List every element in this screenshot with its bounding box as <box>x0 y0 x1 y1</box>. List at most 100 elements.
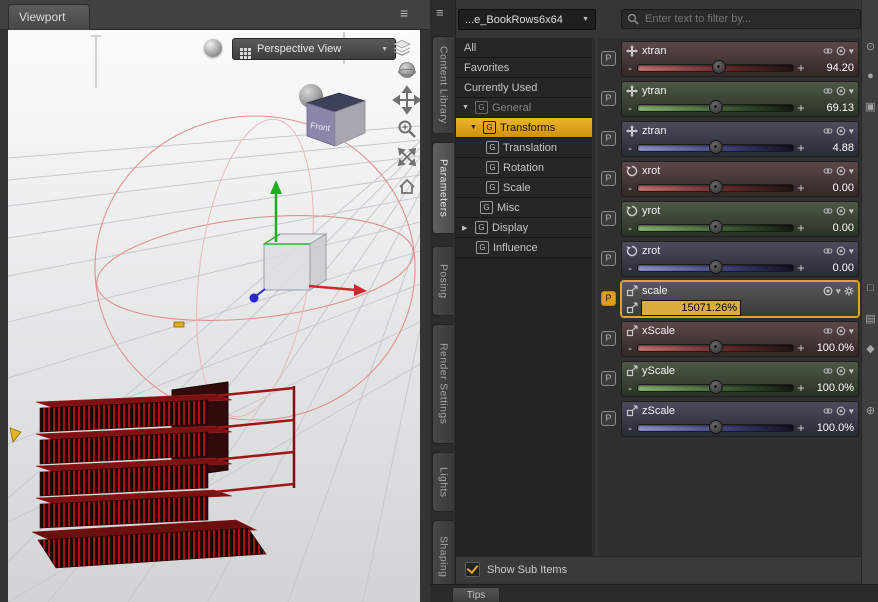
dial-icon[interactable] <box>836 86 846 96</box>
favorite-icon[interactable]: ♥ <box>849 166 854 176</box>
dial-icon[interactable] <box>836 326 846 336</box>
param-value[interactable]: 100.0% <box>808 382 854 394</box>
tree-item-influence[interactable]: G Influence <box>456 238 592 258</box>
tab-render-settings[interactable]: Render Settings <box>432 324 454 444</box>
parameter-badge-icon[interactable]: P <box>601 91 616 106</box>
slider-knob[interactable] <box>708 379 723 394</box>
param-value[interactable]: 100.0% <box>808 342 854 354</box>
slider-track[interactable] <box>637 379 794 394</box>
parameter-badge-icon[interactable]: P <box>601 411 616 426</box>
filter-input[interactable] <box>643 12 855 26</box>
slider-track[interactable] <box>637 59 794 74</box>
favorite-icon[interactable]: ♥ <box>849 246 854 256</box>
slider-track[interactable] <box>637 419 794 434</box>
dial-icon[interactable] <box>836 206 846 216</box>
link-icon[interactable] <box>823 366 833 376</box>
list-icon[interactable]: ▤ <box>862 312 878 325</box>
nudge-down-button[interactable]: - <box>626 182 634 194</box>
favorite-icon[interactable]: ♥ <box>849 46 854 56</box>
slider-track[interactable] <box>637 99 794 114</box>
nudge-up-button[interactable]: + <box>797 262 805 274</box>
parameter-badge-icon[interactable]: P <box>601 371 616 386</box>
nav-item-currently-used[interactable]: Currently Used <box>456 78 592 98</box>
dial-icon[interactable] <box>836 46 846 56</box>
nudge-up-button[interactable]: + <box>797 142 805 154</box>
tab-content-library[interactable]: Content Library <box>432 36 454 134</box>
globe-icon[interactable]: ⊕ <box>862 404 878 417</box>
nudge-down-button[interactable]: - <box>626 62 634 74</box>
tree-item-transforms[interactable]: ▼ G Transforms <box>456 118 592 138</box>
scene-node-dropdown[interactable]: ...e_BookRows6x64 ▼ <box>458 9 596 30</box>
nudge-down-button[interactable]: - <box>626 422 634 434</box>
nudge-down-button[interactable]: - <box>626 222 634 234</box>
layers-icon[interactable] <box>392 39 412 57</box>
slider-knob[interactable] <box>708 419 723 434</box>
viewport[interactable]: Front Perspective View ▼ <box>8 30 420 602</box>
nudge-down-button[interactable]: - <box>626 342 634 354</box>
param-value[interactable]: 0.00 <box>808 182 854 194</box>
nav-item-all[interactable]: All <box>456 38 592 58</box>
link-icon[interactable] <box>823 246 833 256</box>
nudge-down-button[interactable]: - <box>626 382 634 394</box>
nudge-up-button[interactable]: + <box>797 102 805 114</box>
tab-posing[interactable]: Posing <box>432 246 454 316</box>
slider-track[interactable] <box>637 259 794 274</box>
favorite-icon[interactable]: ♥ <box>849 206 854 216</box>
parameter-badge-icon[interactable]: P <box>601 171 616 186</box>
pane-menu-icon[interactable]: ≡ <box>400 6 408 20</box>
slider-knob[interactable] <box>711 59 726 74</box>
tree-item-translation[interactable]: G Translation <box>456 138 592 158</box>
dial-icon[interactable] <box>836 166 846 176</box>
tab-shaping[interactable]: Shaping <box>432 520 454 594</box>
expand-arrow-icon[interactable]: ▼ <box>462 104 471 111</box>
slider-track[interactable] <box>637 179 794 194</box>
tree-item-display[interactable]: ▶ G Display <box>456 218 592 238</box>
tree-item-scale[interactable]: G Scale <box>456 178 592 198</box>
param-value[interactable]: 69.13 <box>808 102 854 114</box>
dial-icon[interactable] <box>836 246 846 256</box>
panels-icon[interactable]: ▣ <box>862 100 878 113</box>
view-selector-dropdown[interactable]: Perspective View ▼ <box>232 38 396 60</box>
tab-viewport[interactable]: Viewport <box>8 4 90 30</box>
slider-knob[interactable] <box>708 139 723 154</box>
favorite-icon[interactable]: ♥ <box>849 326 854 336</box>
param-value[interactable]: 100.0% <box>808 422 854 434</box>
nudge-up-button[interactable]: + <box>797 182 805 194</box>
nudge-down-button[interactable]: - <box>626 142 634 154</box>
tab-lights[interactable]: Lights <box>432 452 454 512</box>
slider-track[interactable] <box>637 139 794 154</box>
diamond-icon[interactable]: ◆ <box>862 342 878 355</box>
tree-item-misc[interactable]: G Misc <box>456 198 592 218</box>
ball-icon[interactable]: ● <box>862 70 878 82</box>
link-icon[interactable] <box>823 406 833 416</box>
nudge-up-button[interactable]: + <box>797 222 805 234</box>
slider-knob[interactable] <box>708 219 723 234</box>
collapse-arrow-icon[interactable]: ▶ <box>462 224 471 232</box>
dial-icon[interactable] <box>836 366 846 376</box>
slider-knob[interactable] <box>708 99 723 114</box>
favorite-icon[interactable]: ♥ <box>836 286 841 296</box>
nudge-up-button[interactable]: + <box>797 382 805 394</box>
nudge-down-button[interactable]: - <box>626 102 634 114</box>
slider-track[interactable] <box>637 219 794 234</box>
param-value[interactable]: 0.00 <box>808 262 854 274</box>
parameter-badge-icon[interactable]: P <box>601 131 616 146</box>
param-value[interactable]: 0.00 <box>808 222 854 234</box>
sphere-icon[interactable]: ⊙ <box>862 40 878 53</box>
param-value[interactable]: 4.88 <box>808 142 854 154</box>
parameter-badge-icon[interactable]: P <box>601 251 616 266</box>
nudge-down-button[interactable]: - <box>626 262 634 274</box>
link-icon[interactable] <box>823 46 833 56</box>
param-value[interactable]: 94.20 <box>808 62 854 74</box>
favorite-icon[interactable]: ♥ <box>849 86 854 96</box>
dial-icon[interactable] <box>823 286 833 296</box>
pivot-marker[interactable] <box>173 321 185 328</box>
favorite-icon[interactable]: ♥ <box>849 126 854 136</box>
slider-knob[interactable] <box>708 339 723 354</box>
show-sub-items-checkbox[interactable] <box>465 562 480 577</box>
favorite-icon[interactable]: ♥ <box>849 406 854 416</box>
link-icon[interactable] <box>823 206 833 216</box>
link-icon[interactable] <box>823 326 833 336</box>
link-icon[interactable] <box>823 126 833 136</box>
shaded-sphere-icon[interactable] <box>204 39 222 57</box>
